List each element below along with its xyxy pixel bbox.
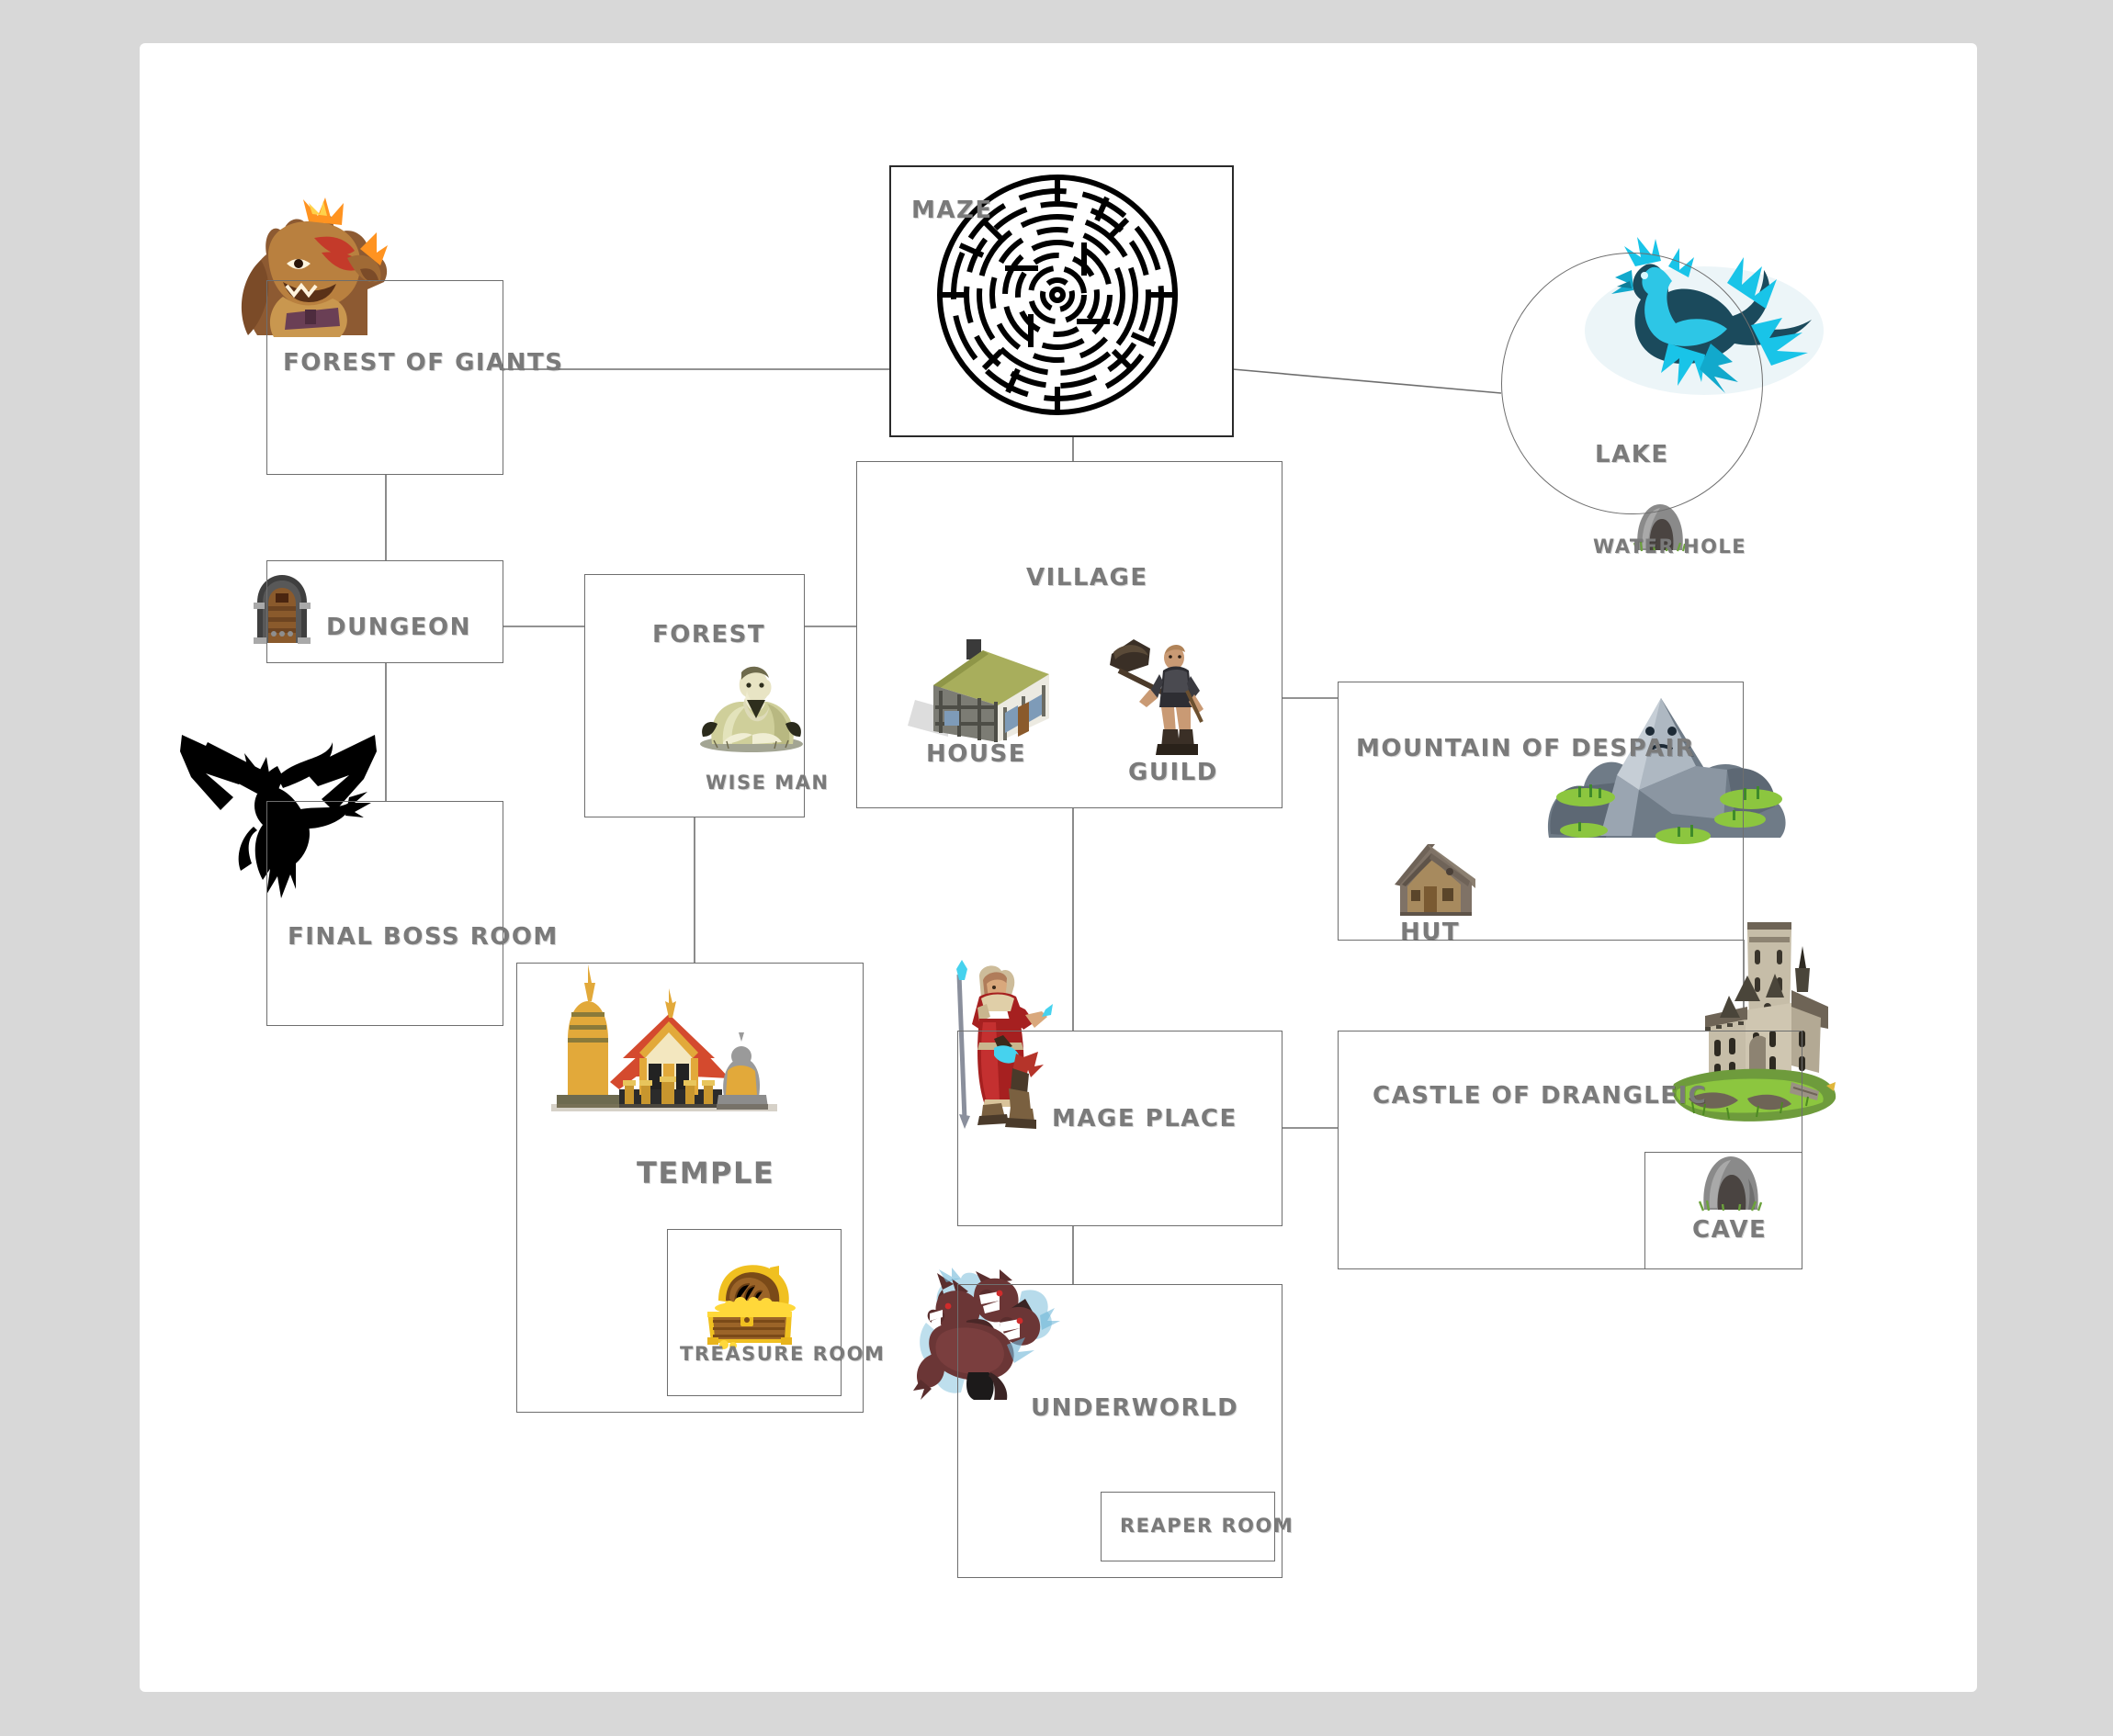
label-underworld: UNDERWORLD — [1031, 1394, 1239, 1422]
node-cave[interactable] — [1644, 1152, 1802, 1269]
node-forest-of-giants[interactable] — [266, 280, 503, 475]
node-dungeon[interactable] — [266, 560, 503, 663]
world-map-diagram: FOREST OF GIANTS MAZE LAKE WATER HOLE DU… — [0, 0, 2113, 1736]
label-treasure-room: TREASURE ROOM — [680, 1343, 886, 1365]
node-final-boss-room[interactable] — [266, 801, 503, 1026]
label-guild: GUILD — [1128, 759, 1218, 786]
node-lake[interactable] — [1501, 253, 1763, 514]
label-hut: HUT — [1400, 919, 1461, 946]
label-wise-man: WISE MAN — [706, 772, 830, 794]
label-water-hole: WATER HOLE — [1593, 535, 1747, 558]
label-castle-of-drangleic: CASTLE OF DRANGLEIC — [1373, 1082, 1708, 1110]
label-cave: CAVE — [1692, 1216, 1768, 1244]
label-maze: MAZE — [911, 197, 993, 224]
node-treasure-room[interactable] — [667, 1229, 842, 1396]
label-forest-of-giants: FOREST OF GIANTS — [283, 349, 564, 377]
node-mountain-of-despair[interactable] — [1338, 682, 1744, 941]
label-final-boss-room: FINAL BOSS ROOM — [288, 923, 559, 951]
label-house: HOUSE — [926, 740, 1026, 768]
label-dungeon: DUNGEON — [326, 614, 471, 641]
label-reaper-room: REAPER ROOM — [1120, 1515, 1294, 1537]
label-lake: LAKE — [1595, 441, 1669, 468]
label-forest: FOREST — [652, 621, 766, 648]
label-village: VILLAGE — [1026, 564, 1148, 592]
label-mage-place: MAGE PLACE — [1052, 1105, 1237, 1133]
label-mountain-of-despair: MOUNTAIN OF DESPAIR — [1356, 735, 1696, 762]
node-village[interactable] — [856, 461, 1282, 808]
label-temple: TEMPLE — [637, 1155, 775, 1190]
